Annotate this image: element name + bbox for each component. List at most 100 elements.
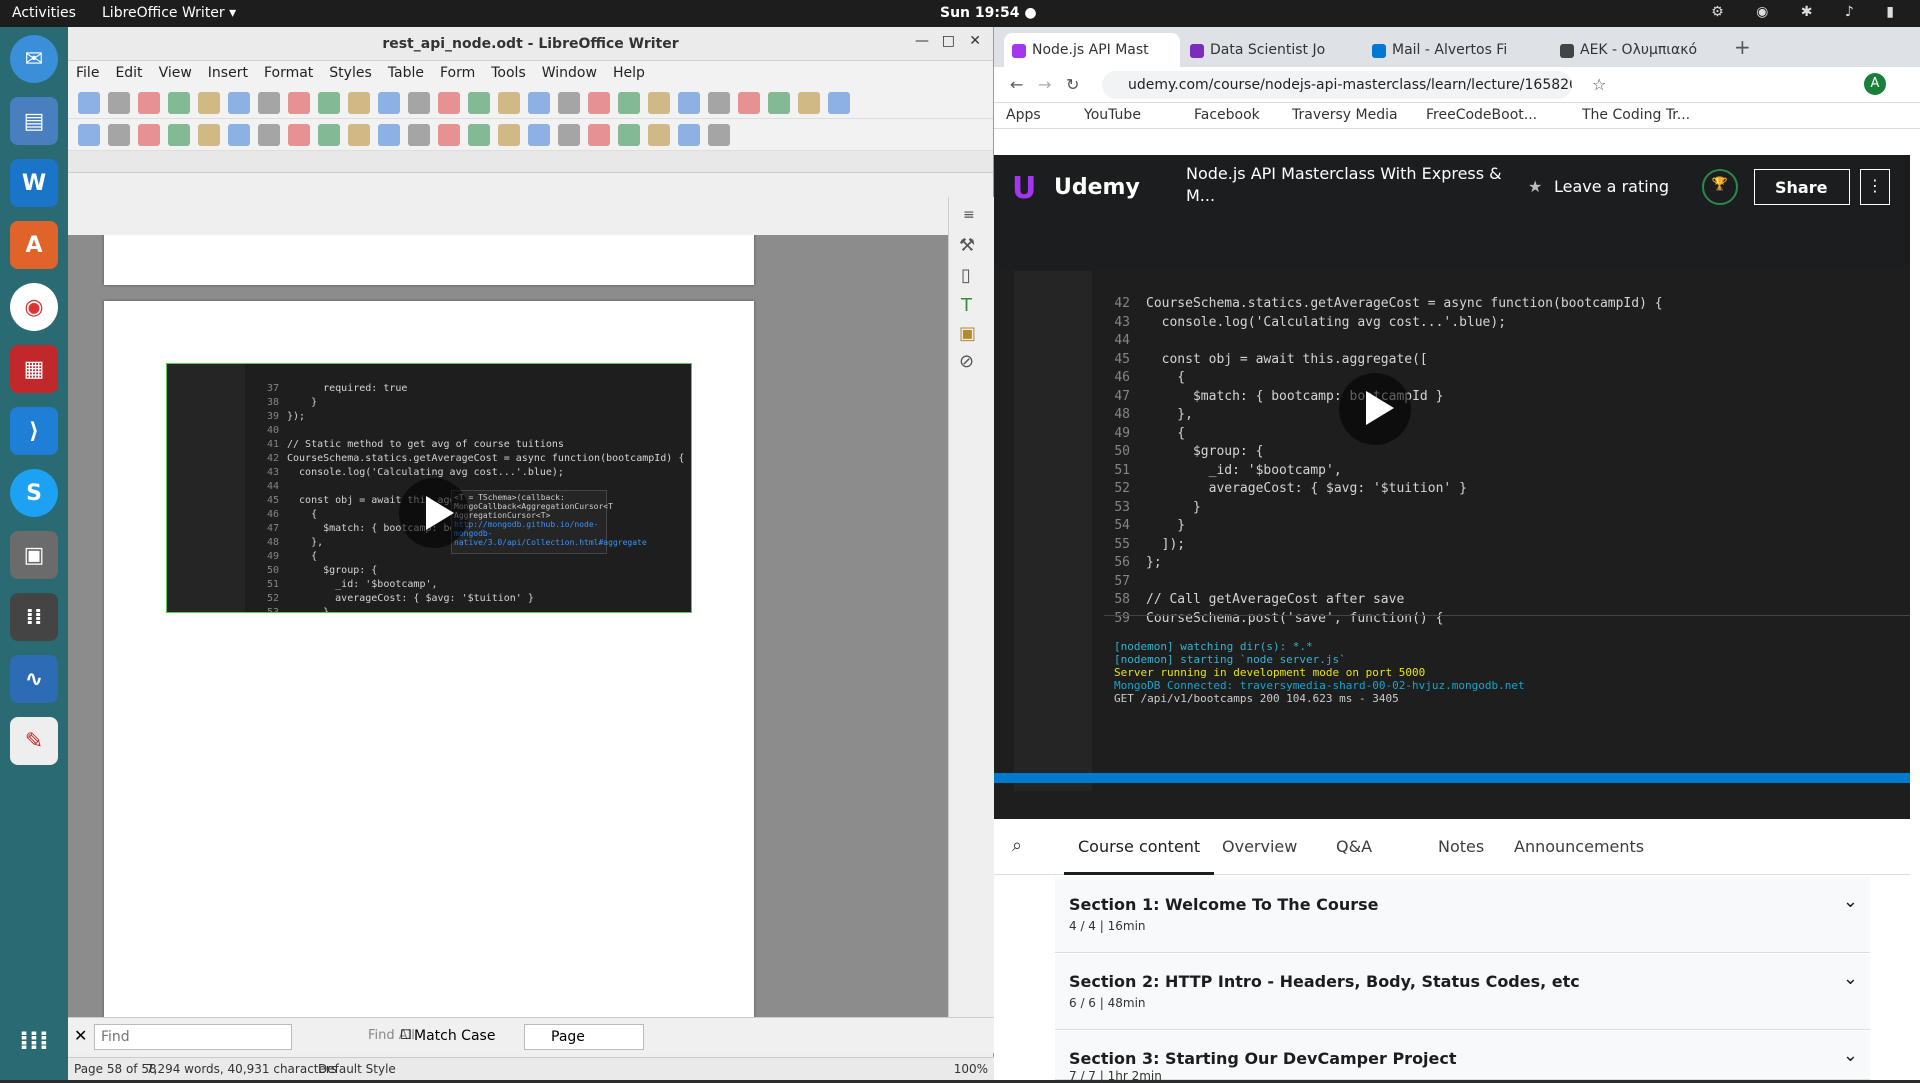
- bookmark-apps[interactable]: Apps: [1006, 107, 1041, 123]
- bookmark-codingtrain[interactable]: The Coding Tr...: [1582, 107, 1690, 123]
- show-apps-icon[interactable]: ⁞⁞⁞: [10, 1017, 58, 1065]
- toolbar-button[interactable]: [348, 124, 370, 146]
- toolbar-button[interactable]: [138, 124, 160, 146]
- embedded-screenshot-image[interactable]: 37 required: true 38 } 39}); 40 41// Static …: [166, 363, 692, 613]
- toolbar-button[interactable]: [498, 124, 520, 146]
- minimize-icon[interactable]: —: [915, 33, 929, 49]
- toolbar-button[interactable]: [558, 124, 580, 146]
- tab-aek[interactable]: AEK - Ολυμπιακό: [1552, 33, 1722, 67]
- tab-data-scientist[interactable]: Data Scientist Jo: [1182, 33, 1362, 67]
- tab-course-content[interactable]: Course content: [1064, 837, 1215, 875]
- tab-notes[interactable]: Notes: [1438, 837, 1484, 856]
- tab-mail[interactable]: Mail - Alvertos Fi: [1364, 33, 1550, 67]
- skype-icon[interactable]: S: [10, 469, 58, 517]
- page-icon[interactable]: ▯: [961, 265, 971, 286]
- toolbar-button[interactable]: [228, 124, 250, 146]
- video-player[interactable]: 42 CourseSchema.statics.getAverageCost = …: [994, 221, 1910, 819]
- toolbar-button[interactable]: [558, 92, 580, 114]
- toolbar-button[interactable]: [378, 92, 400, 114]
- navigator-icon[interactable]: ⊘: [959, 351, 974, 372]
- toolbar-button[interactable]: [708, 124, 730, 146]
- toolbar-button[interactable]: [138, 92, 160, 114]
- menu-edit[interactable]: Edit: [107, 61, 150, 85]
- writer-icon[interactable]: W: [10, 159, 58, 207]
- chrome-icon[interactable]: ◉: [10, 283, 58, 331]
- toolbar-button[interactable]: [198, 124, 220, 146]
- toolbar-button[interactable]: [828, 92, 850, 114]
- toolbar-button[interactable]: [258, 92, 280, 114]
- udemy-logo-icon[interactable]: U: [1012, 171, 1036, 206]
- address-bar[interactable]: udemy.com/course/nodejs-api-masterclass/…: [1102, 71, 1572, 99]
- toolbar-button[interactable]: [408, 92, 430, 114]
- toolbar-button[interactable]: [708, 92, 730, 114]
- trophy-icon[interactable]: 🏆: [1702, 169, 1738, 205]
- leave-rating-button[interactable]: Leave a rating: [1554, 177, 1669, 196]
- toolbar-button[interactable]: [108, 92, 130, 114]
- toolbar-button[interactable]: [468, 124, 490, 146]
- menu-view[interactable]: View: [151, 61, 200, 85]
- reload-icon[interactable]: ↻: [1066, 75, 1079, 94]
- system-tray[interactable]: ⚙ ◉ ✱ ♪ ▮: [1711, 4, 1908, 20]
- files-icon[interactable]: ▤: [10, 97, 58, 145]
- more-options-icon[interactable]: ⋮: [1860, 169, 1890, 205]
- toolbar-button[interactable]: [318, 124, 340, 146]
- toolbar-button[interactable]: [378, 124, 400, 146]
- tab-qa[interactable]: Q&A: [1336, 837, 1372, 856]
- toolbar-button[interactable]: [78, 124, 100, 146]
- match-case-checkbox[interactable]: ☐: [400, 1028, 412, 1043]
- menu-file[interactable]: File: [68, 61, 107, 85]
- menu-form[interactable]: Form: [432, 61, 483, 85]
- maximize-icon[interactable]: □: [942, 33, 955, 49]
- toolbar-button[interactable]: [258, 124, 280, 146]
- toolbar-button[interactable]: [78, 92, 100, 114]
- toolbar-button[interactable]: [288, 92, 310, 114]
- toolbar-button[interactable]: [498, 92, 520, 114]
- toolbar-button[interactable]: [528, 124, 550, 146]
- course-section[interactable]: Section 1: Welcome To The Course 4 / 4 |…: [1055, 877, 1870, 953]
- software-icon[interactable]: A: [10, 221, 58, 269]
- toolbar-button[interactable]: [438, 92, 460, 114]
- toolbar-button[interactable]: [588, 124, 610, 146]
- toolbar-button[interactable]: [768, 92, 790, 114]
- app-icon-2[interactable]: ▣: [10, 531, 58, 579]
- bookmark-traversy[interactable]: Traversy Media: [1292, 107, 1398, 123]
- page-count[interactable]: Page 58 of 58: [74, 1062, 157, 1076]
- toolbar-button[interactable]: [408, 124, 430, 146]
- menu-format[interactable]: Format: [256, 61, 321, 85]
- toolbar-button[interactable]: [528, 92, 550, 114]
- close-find-icon[interactable]: ✕: [74, 1026, 87, 1045]
- find-scope-select[interactable]: Page: [524, 1024, 644, 1050]
- back-icon[interactable]: ←: [1010, 75, 1023, 94]
- app-icon-3[interactable]: ✎: [10, 717, 58, 765]
- toolbar-button[interactable]: [318, 92, 340, 114]
- toolbar-button[interactable]: [648, 124, 670, 146]
- tab-udemy[interactable]: Node.js API Mast: [1004, 33, 1180, 67]
- toolbar-button[interactable]: [618, 92, 640, 114]
- properties-icon[interactable]: ⚒: [959, 235, 975, 256]
- toolbar-button[interactable]: [618, 124, 640, 146]
- toolbar-button[interactable]: [468, 92, 490, 114]
- play-icon[interactable]: [1339, 373, 1411, 445]
- activities-button[interactable]: Activities: [12, 5, 76, 21]
- chevron-down-icon[interactable]: ⌄: [1843, 891, 1858, 912]
- forward-icon[interactable]: →: [1038, 75, 1051, 94]
- toolbar-button[interactable]: [168, 92, 190, 114]
- gallery-icon[interactable]: ▣: [959, 323, 976, 344]
- toolbar-button[interactable]: [228, 92, 250, 114]
- toolbar-button[interactable]: [648, 92, 670, 114]
- search-icon[interactable]: ⌕: [1012, 835, 1022, 856]
- share-button[interactable]: Share: [1754, 169, 1850, 205]
- tab-overview[interactable]: Overview: [1222, 837, 1297, 856]
- toolbar-button[interactable]: [678, 124, 700, 146]
- clock[interactable]: Sun 19:54 ●: [940, 5, 1037, 21]
- menu-styles[interactable]: Styles: [321, 61, 379, 85]
- udemy-logo[interactable]: Udemy: [1054, 175, 1140, 200]
- page-style[interactable]: Default Style: [318, 1062, 396, 1076]
- chevron-down-icon[interactable]: ⌄: [1843, 968, 1858, 989]
- bookmark-facebook[interactable]: Facebook: [1194, 107, 1260, 123]
- vscode-icon[interactable]: ⟩: [10, 407, 58, 455]
- menu-insert[interactable]: Insert: [200, 61, 256, 85]
- horizontal-ruler[interactable]: [68, 151, 993, 173]
- find-input[interactable]: [94, 1024, 292, 1050]
- toolbar-button[interactable]: [588, 92, 610, 114]
